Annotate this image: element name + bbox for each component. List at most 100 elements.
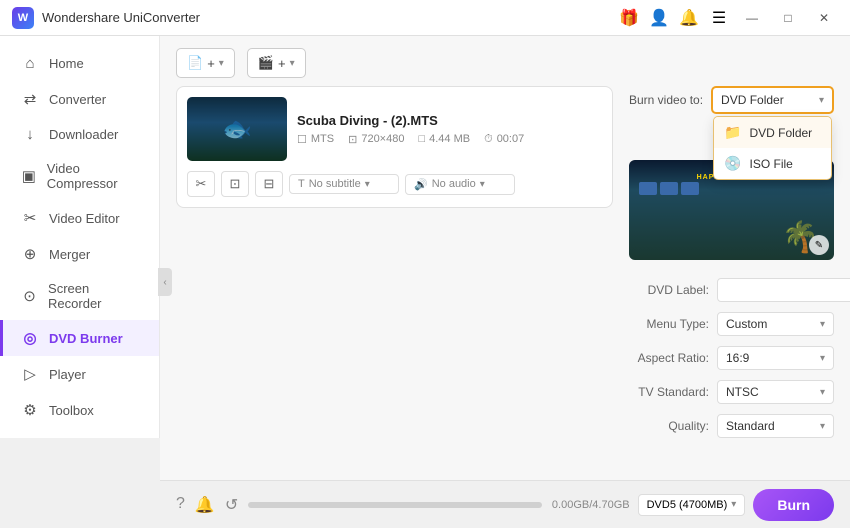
add-file-button[interactable]: 📄 + ▾ (176, 48, 235, 78)
app-title: Wondershare UniConverter (42, 10, 200, 25)
add-media-button[interactable]: 🎬 + ▾ (247, 48, 306, 78)
effects-button[interactable]: ⊟ (255, 171, 283, 197)
subtitle-selector[interactable]: T No subtitle ▾ (289, 174, 399, 194)
resolution-icon: ⊡ (348, 133, 357, 146)
quality-chevron-icon: ▾ (820, 421, 825, 432)
help-icon[interactable]: ? (176, 495, 185, 515)
feedback-icon[interactable]: ↺ (225, 495, 238, 515)
tv-standard-select[interactable]: NTSC ▾ (717, 380, 834, 404)
sidebar-item-home[interactable]: ⌂ Home (0, 46, 159, 81)
subtitle-chevron-icon: ▾ (365, 179, 370, 190)
sidebar-collapse-button[interactable]: ‹ (158, 268, 172, 296)
file-list-area: 🐟 Scuba Diving - (2).MTS ☐ MTS (176, 86, 613, 480)
dvd-folder-label: DVD Folder (749, 126, 812, 140)
tv-standard-row: TV Standard: NTSC ▾ (629, 380, 834, 404)
sidebar-label-screen-recorder: Screen Recorder (48, 281, 141, 311)
resolution-value: 720×480 (361, 133, 404, 145)
preview-icon-3 (681, 182, 699, 195)
dvd-burner-icon: ◎ (21, 329, 39, 347)
burn-to-label: Burn video to: (629, 93, 703, 107)
merger-icon: ⊕ (21, 245, 39, 263)
duration-icon: ⏱ (484, 133, 493, 146)
preview-icon-1 (639, 182, 657, 195)
file-duration: ⏱ 00:07 (484, 133, 524, 146)
crop-button[interactable]: ⊡ (221, 171, 249, 197)
dvd-label-input[interactable] (717, 278, 850, 302)
notification-icon[interactable]: 🔔 (195, 495, 215, 515)
sidebar: ⌂ Home ⇄ Converter ↓ Downloader ▣ Video … (0, 36, 160, 438)
sidebar-label-downloader: Downloader (49, 127, 118, 142)
maximize-button[interactable]: □ (774, 7, 802, 29)
toolbox-icon: ⚙ (21, 401, 39, 419)
close-button[interactable]: ✕ (810, 7, 838, 29)
audio-selector[interactable]: 🔊 No audio ▾ (405, 174, 515, 195)
burn-to-dropdown-menu: 📁 DVD Folder 💿 ISO File (713, 116, 832, 180)
fish-icon: 🐟 (222, 115, 252, 144)
editor-icon: ✂ (21, 209, 39, 227)
file-resolution: ⊡ 720×480 (348, 133, 404, 146)
sidebar-label-merger: Merger (49, 247, 90, 262)
player-icon: ▷ (21, 365, 39, 383)
aspect-ratio-label: Aspect Ratio: (629, 351, 709, 365)
file-info: Scuba Diving - (2).MTS ☐ MTS ⊡ 720×480 (297, 113, 602, 146)
toolbar: 📄 + ▾ 🎬 + ▾ (160, 36, 850, 86)
quality-select[interactable]: Standard ▾ (717, 414, 834, 438)
right-panel: Burn video to: DVD Folder ▾ 📁 DVD Folder… (629, 86, 834, 480)
iso-file-label: ISO File (749, 157, 792, 171)
audio-icon: 🔊 (414, 178, 428, 191)
user-icon[interactable]: 👤 (648, 7, 670, 29)
file-format: ☐ MTS (297, 133, 334, 146)
cut-button[interactable]: ✂ (187, 171, 215, 197)
subtitle-value: No subtitle (309, 178, 361, 190)
dvd-folder-icon: 📁 (724, 124, 741, 141)
sidebar-item-video-editor[interactable]: ✂ Video Editor (0, 200, 159, 236)
burn-to-dropdown[interactable]: DVD Folder ▾ 📁 DVD Folder 💿 ISO File (711, 86, 834, 114)
aspect-ratio-select[interactable]: 16:9 ▾ (717, 346, 834, 370)
main-layout: ⌂ Home ⇄ Converter ↓ Downloader ▣ Video … (0, 36, 850, 528)
bell-icon[interactable]: 🔔 (678, 7, 700, 29)
storage-text: 0.00GB/4.70GB (552, 499, 630, 511)
add-chevron-icon: ▾ (219, 58, 224, 69)
burn-button[interactable]: Burn (753, 489, 834, 521)
sidebar-item-downloader[interactable]: ↓ Downloader (0, 117, 159, 152)
sidebar-item-toolbox[interactable]: ⚙ Toolbox (0, 392, 159, 428)
gift-icon[interactable]: 🎁 (618, 7, 640, 29)
dvd5-selector[interactable]: DVD5 (4700MB) ▾ (638, 494, 746, 516)
sidebar-item-merger[interactable]: ⊕ Merger (0, 236, 159, 272)
audio-chevron-icon: ▾ (480, 179, 485, 190)
footer-icons: ? 🔔 ↺ (176, 495, 238, 515)
quality-row: Quality: Standard ▾ (629, 414, 834, 438)
sidebar-label-converter: Converter (49, 92, 106, 107)
dvd-label-label: DVD Label: (629, 283, 709, 297)
preview-edit-button[interactable]: ✎ (809, 235, 829, 255)
dvd5-chevron-icon: ▾ (731, 499, 736, 510)
file-size: □ 4.44 MB (418, 133, 470, 145)
menu-type-label: Menu Type: (629, 317, 709, 331)
dropdown-option-dvd-folder[interactable]: 📁 DVD Folder (714, 117, 831, 148)
menu-type-select[interactable]: Custom ▾ (717, 312, 834, 336)
app-icon: W (12, 7, 34, 29)
sidebar-item-video-compressor[interactable]: ▣ Video Compressor (0, 152, 159, 200)
minimize-button[interactable]: — (738, 7, 766, 29)
title-bar-left: W Wondershare UniConverter (12, 7, 200, 29)
footer-bar: ? 🔔 ↺ 0.00GB/4.70GB DVD5 (4700MB) ▾ Burn (160, 480, 850, 528)
screen-recorder-icon: ⊙ (21, 287, 38, 305)
file-actions: ✂ ⊡ ⊟ T No subtitle ▾ 🔊 No audio ▾ (187, 167, 602, 197)
sidebar-label-editor: Video Editor (49, 211, 120, 226)
sidebar-label-compressor: Video Compressor (47, 161, 141, 191)
sidebar-wrapper: ⌂ Home ⇄ Converter ↓ Downloader ▣ Video … (0, 36, 160, 528)
media-chevron-icon: ▾ (290, 58, 295, 69)
add-media-label: + (278, 56, 286, 71)
dvd-label-row: DVD Label: (629, 278, 834, 302)
sidebar-item-player[interactable]: ▷ Player (0, 356, 159, 392)
subtitle-icon: T (298, 178, 305, 190)
duration-value: 00:07 (497, 133, 525, 145)
sidebar-item-screen-recorder[interactable]: ⊙ Screen Recorder (0, 272, 159, 320)
menu-icon[interactable]: ☰ (708, 7, 730, 29)
dropdown-option-iso-file[interactable]: 💿 ISO File (714, 148, 831, 179)
tv-standard-label: TV Standard: (629, 385, 709, 399)
add-file-icon: 📄 (187, 55, 203, 71)
sidebar-item-converter[interactable]: ⇄ Converter (0, 81, 159, 117)
progress-bar (248, 502, 542, 508)
sidebar-item-dvd-burner[interactable]: ◎ DVD Burner (0, 320, 159, 356)
